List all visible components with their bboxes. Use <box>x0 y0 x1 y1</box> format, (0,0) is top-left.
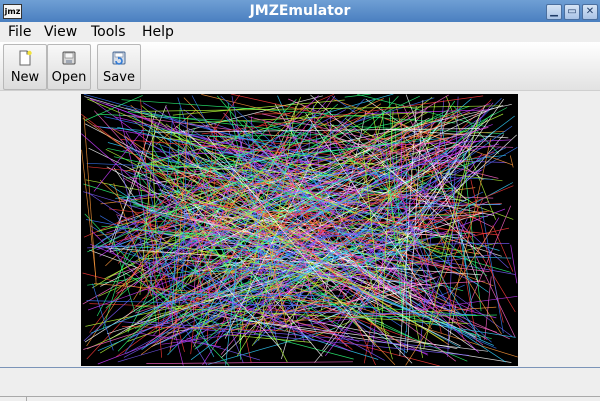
menu-view[interactable]: View <box>44 22 77 42</box>
status-bar <box>0 367 600 401</box>
menu-bar: File View Tools Help <box>0 22 600 42</box>
window-title: JMZEmulator <box>0 0 600 22</box>
menu-file[interactable]: File <box>8 22 31 42</box>
new-button[interactable]: New <box>3 44 47 90</box>
toolbar: New Open Save <box>0 42 600 91</box>
save-button-label: Save <box>98 70 140 85</box>
menu-help[interactable]: Help <box>142 22 174 42</box>
open-button-label: Open <box>48 70 90 85</box>
emulator-screen[interactable] <box>81 94 518 366</box>
open-button[interactable]: Open <box>47 44 91 90</box>
maximize-button[interactable]: ▭ <box>564 4 580 20</box>
main-area <box>0 91 600 367</box>
new-button-label: New <box>4 70 46 85</box>
status-segment-divider <box>26 396 27 401</box>
menu-tools[interactable]: Tools <box>91 22 126 42</box>
save-button[interactable]: Save <box>97 44 141 90</box>
title-bar[interactable]: jmz JMZEmulator ▁ ▭ ✕ <box>0 0 600 23</box>
close-button[interactable]: ✕ <box>582 4 598 20</box>
status-divider <box>0 396 600 397</box>
save-icon <box>111 50 127 66</box>
minimize-button[interactable]: ▁ <box>546 4 562 20</box>
new-document-icon <box>17 50 33 66</box>
open-icon <box>61 50 77 66</box>
